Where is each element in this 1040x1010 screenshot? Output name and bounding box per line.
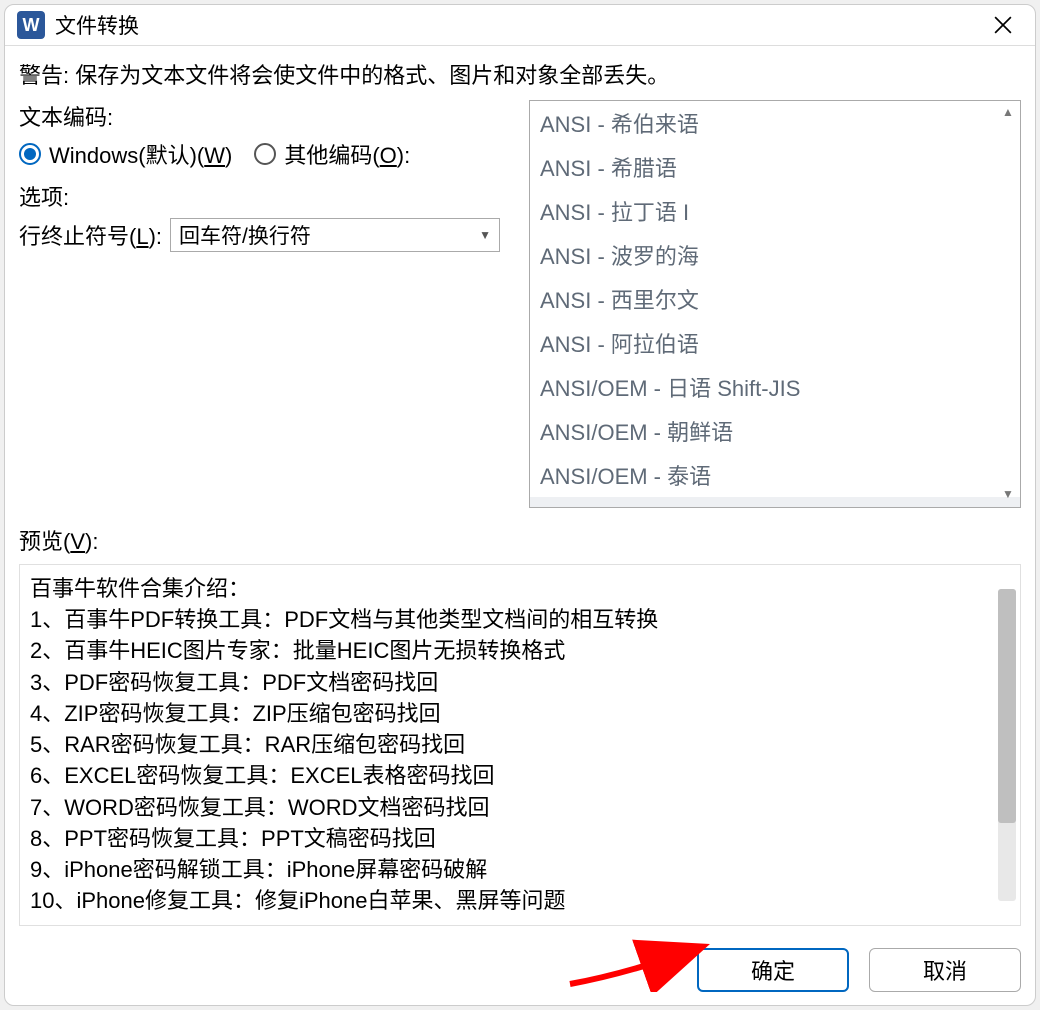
file-conversion-dialog: W 文件转换 警告: 保存为文本文件将会使文件中的格式、图片和对象全部丢失。 文… — [4, 4, 1036, 1006]
word-app-icon: W — [17, 11, 45, 39]
line-ending-dropdown[interactable]: 回车符/换行符 ▼ — [170, 218, 500, 252]
scroll-up-icon[interactable]: ▲ — [1002, 105, 1014, 121]
radio-windows-label: Windows(默认)(W) — [49, 138, 232, 170]
line-ending-label: 行终止符号(L): — [19, 219, 162, 251]
preview-line: 1、百事牛PDF转换工具：PDF文档与其他类型文档间的相互转换 — [30, 604, 988, 635]
preview-line: 9、iPhone密码解锁工具：iPhone屏幕密码破解 — [30, 854, 988, 885]
radio-other-label: 其他编码(O): — [284, 138, 410, 170]
titlebar: W 文件转换 — [5, 5, 1035, 46]
preview-line: 8、PPT密码恢复工具：PPT文稿密码找回 — [30, 823, 988, 854]
preview-line: 4、ZIP密码恢复工具：ZIP压缩包密码找回 — [30, 698, 988, 729]
dialog-content: 警告: 保存为文本文件将会使文件中的格式、图片和对象全部丢失。 文本编码: Wi… — [5, 46, 1035, 942]
preview-line: 百事牛软件合集介绍： — [30, 573, 988, 604]
encoding-option[interactable]: ANSI - 拉丁语 I — [530, 189, 1020, 233]
preview-box: 百事牛软件合集介绍：1、百事牛PDF转换工具：PDF文档与其他类型文档间的相互转… — [19, 564, 1021, 926]
preview-scrollbar[interactable] — [998, 589, 1016, 901]
preview-scroll-thumb[interactable] — [998, 589, 1016, 823]
close-button[interactable] — [983, 5, 1023, 45]
ok-button[interactable]: 确定 — [697, 948, 849, 992]
line-ending-value: 回车符/换行符 — [179, 220, 311, 250]
encoding-option[interactable]: ANSI - 波罗的海 — [530, 233, 1020, 277]
preview-line: 7、WORD密码恢复工具：WORD文档密码找回 — [30, 792, 988, 823]
radio-checked-icon — [19, 143, 41, 165]
encoding-option[interactable]: ANSI - 阿拉伯语 — [530, 321, 1020, 365]
cancel-button[interactable]: 取消 — [869, 948, 1021, 992]
encoding-listbox[interactable]: ANSI - 希伯来语ANSI - 希腊语ANSI - 拉丁语 IANSI - … — [529, 100, 1021, 508]
radio-windows-default[interactable]: Windows(默认)(W) — [19, 138, 232, 170]
close-icon — [994, 16, 1012, 34]
preview-line: 2、百事牛HEIC图片专家：批量HEIC图片无损转换格式 — [30, 635, 988, 666]
encoding-option[interactable]: ANSI - 希伯来语 — [530, 101, 1020, 145]
radio-other-encoding[interactable]: 其他编码(O): — [254, 138, 410, 170]
preview-line: 3、PDF密码恢复工具：PDF文档密码找回 — [30, 667, 988, 698]
encoding-option[interactable]: ANSI - 西里尔文 — [530, 277, 1020, 321]
preview-line: 10、iPhone修复工具：修复iPhone白苹果、黑屏等问题 — [30, 885, 988, 916]
scroll-down-icon[interactable]: ▼ — [1002, 487, 1014, 503]
encoding-option[interactable]: ANSI/OEM - 简体中文 GBK — [530, 497, 1020, 507]
encoding-option[interactable]: ANSI/OEM - 泰语 — [530, 453, 1020, 497]
preview-text: 百事牛软件合集介绍：1、百事牛PDF转换工具：PDF文档与其他类型文档间的相互转… — [20, 565, 998, 925]
radio-unchecked-icon — [254, 143, 276, 165]
encoding-option[interactable]: ANSI/OEM - 朝鲜语 — [530, 409, 1020, 453]
button-row: 确定 取消 — [5, 942, 1035, 1006]
chevron-down-icon: ▼ — [479, 228, 491, 242]
options-label: 选项: — [19, 180, 529, 212]
listbox-scrollbar[interactable]: ▲ ▼ — [998, 105, 1018, 503]
encoding-option[interactable]: ANSI - 希腊语 — [530, 145, 1020, 189]
text-encoding-label: 文本编码: — [19, 100, 529, 132]
dialog-title: 文件转换 — [55, 10, 983, 40]
encoding-option[interactable]: ANSI/OEM - 日语 Shift-JIS — [530, 365, 1020, 409]
warning-text: 警告: 保存为文本文件将会使文件中的格式、图片和对象全部丢失。 — [19, 58, 1021, 90]
arrow-annotation-icon — [565, 936, 715, 992]
preview-label: 预览(V): — [19, 524, 1021, 556]
preview-line: 5、RAR密码恢复工具：RAR压缩包密码找回 — [30, 729, 988, 760]
preview-line: 6、EXCEL密码恢复工具：EXCEL表格密码找回 — [30, 760, 988, 791]
